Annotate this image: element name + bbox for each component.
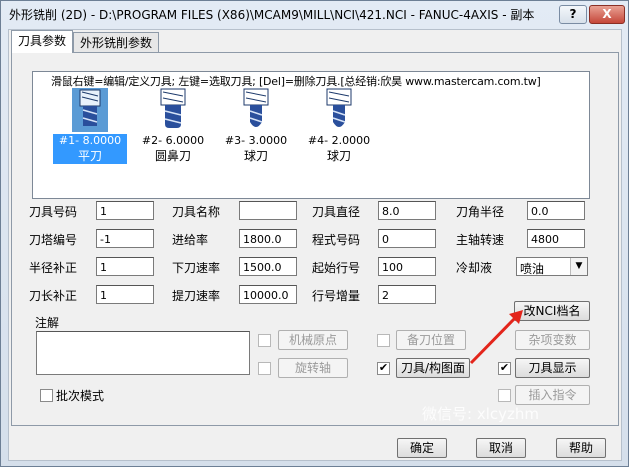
coolant-label: 冷却液 xyxy=(456,261,493,275)
length-offset-input[interactable]: 1 xyxy=(96,285,154,304)
seq-increment-input[interactable]: 2 xyxy=(378,285,436,304)
tab-tool-parameters[interactable]: 刀具参数 xyxy=(11,30,74,53)
rotary-axis-checkbox[interactable] xyxy=(258,362,271,375)
ball-endmill-icon xyxy=(243,88,269,127)
batch-mode-checkbox[interactable] xyxy=(40,389,53,402)
tool-diameter-input[interactable]: 8.0 xyxy=(378,201,436,220)
title-bar: 外形铣削 (2D) - D:\PROGRAM FILES (X86)\MCAM9… xyxy=(1,1,628,27)
corner-radius-label: 刀角半径 xyxy=(456,205,505,219)
tool-item-1[interactable]: #1- 8.0000 平刀 xyxy=(53,88,127,188)
comment-input[interactable] xyxy=(36,331,250,375)
ok-button[interactable]: 确定 xyxy=(397,438,447,458)
tool-number-label: 刀具号码 xyxy=(29,205,78,219)
home-position-checkbox[interactable] xyxy=(258,334,271,347)
toolbox-hint: 滑鼠右键=编辑/定义刀具; 左键=选取刀具; [Del]=删除刀具.[总经销:欣… xyxy=(51,75,541,88)
feed-rate-label: 进给率 xyxy=(172,233,209,247)
tool-item-3[interactable]: #3- 3.0000 球刀 xyxy=(219,88,293,188)
bull-nose-endmill-icon xyxy=(160,88,186,128)
seq-increment-label: 行号增量 xyxy=(312,289,361,303)
ball-endmill-icon xyxy=(326,88,352,127)
spindle-speed-input[interactable]: 4800 xyxy=(527,229,585,248)
tool-4-type: 球刀 xyxy=(326,149,351,163)
tool-name-input[interactable] xyxy=(239,201,297,220)
help-button[interactable]: 帮助 xyxy=(556,438,606,458)
dialog-client: 刀具参数 外形铣削参数 滑鼠右键=编辑/定义刀具; 左键=选取刀具; [Del]… xyxy=(8,29,622,461)
corner-radius-input[interactable]: 0.0 xyxy=(527,201,585,220)
tool-name-label: 刀具名称 xyxy=(172,205,221,219)
tool-3-type: 球刀 xyxy=(243,149,268,163)
turret-number-input[interactable]: -1 xyxy=(96,229,154,248)
help-title-button[interactable]: ? xyxy=(559,5,587,24)
flat-endmill-icon xyxy=(72,88,108,132)
start-seq-label: 起始行号 xyxy=(312,261,361,275)
chevron-down-icon[interactable]: ▼ xyxy=(570,258,587,275)
cancel-button[interactable]: 取消 xyxy=(476,438,526,458)
tab-contour-parameters[interactable]: 外形铣削参数 xyxy=(73,32,160,53)
reference-point-button[interactable]: 备刀位置 xyxy=(396,330,466,350)
tool-plane-button[interactable]: 刀具/构图面 xyxy=(396,358,470,378)
comment-label: 注解 xyxy=(35,316,60,330)
batch-mode-label: 批次模式 xyxy=(56,389,105,403)
plunge-rate-label: 下刀速率 xyxy=(172,261,221,275)
coolant-select[interactable]: 喷油 ▼ xyxy=(516,257,588,276)
spindle-speed-label: 主轴转速 xyxy=(456,233,505,247)
tool-number-input[interactable]: 1 xyxy=(96,201,154,220)
tool-diameter-label: 刀具直径 xyxy=(312,205,361,219)
turret-number-label: 刀塔编号 xyxy=(29,233,78,247)
length-offset-label: 刀长补正 xyxy=(29,289,78,303)
plunge-rate-input[interactable]: 1500.0 xyxy=(239,257,297,276)
tool-item-2[interactable]: #2- 6.0000 圆鼻刀 xyxy=(136,88,210,188)
start-seq-input[interactable]: 100 xyxy=(378,257,436,276)
tool-2-type: 圆鼻刀 xyxy=(154,149,191,163)
watermark-text: 微信号: xlcyzhm xyxy=(422,405,539,423)
coolant-value: 喷油 xyxy=(520,262,545,276)
canned-text-button[interactable]: 插入指令 xyxy=(515,385,590,405)
retract-rate-label: 提刀速率 xyxy=(172,289,221,303)
tool-4-number: #4- 2.0000 xyxy=(307,134,371,147)
diameter-offset-input[interactable]: 1 xyxy=(96,257,154,276)
diameter-offset-label: 半径补正 xyxy=(29,261,78,275)
tool-parameters-panel: 滑鼠右键=编辑/定义刀具; 左键=选取刀具; [Del]=删除刀具.[总经销:欣… xyxy=(11,52,619,426)
tool-1-type: 平刀 xyxy=(53,147,127,164)
program-number-label: 程式号码 xyxy=(312,233,361,247)
tool-3-number: #3- 3.0000 xyxy=(224,134,288,147)
tool-library-list[interactable]: 滑鼠右键=编辑/定义刀具; 左键=选取刀具; [Del]=删除刀具.[总经销:欣… xyxy=(32,71,590,199)
home-position-button[interactable]: 机械原点 xyxy=(278,330,348,350)
dialog-window: 外形铣削 (2D) - D:\PROGRAM FILES (X86)\MCAM9… xyxy=(0,0,629,467)
window-title: 外形铣削 (2D) - D:\PROGRAM FILES (X86)\MCAM9… xyxy=(9,8,535,22)
rotary-axis-button[interactable]: 旋转轴 xyxy=(278,358,348,378)
reference-point-checkbox[interactable] xyxy=(377,334,390,347)
tool-plane-checkbox[interactable]: ✔ xyxy=(377,362,390,375)
feed-rate-input[interactable]: 1800.0 xyxy=(239,229,297,248)
retract-rate-input[interactable]: 10000.0 xyxy=(239,285,297,304)
close-button[interactable]: X xyxy=(589,5,625,24)
canned-text-checkbox[interactable] xyxy=(498,389,511,402)
tool-item-4[interactable]: #4- 2.0000 球刀 xyxy=(302,88,376,188)
program-number-input[interactable]: 0 xyxy=(378,229,436,248)
annotation-arrow-icon xyxy=(469,310,523,365)
tool-2-number: #2- 6.0000 xyxy=(141,134,205,147)
tool-1-number: #1- 8.0000 xyxy=(53,134,127,147)
